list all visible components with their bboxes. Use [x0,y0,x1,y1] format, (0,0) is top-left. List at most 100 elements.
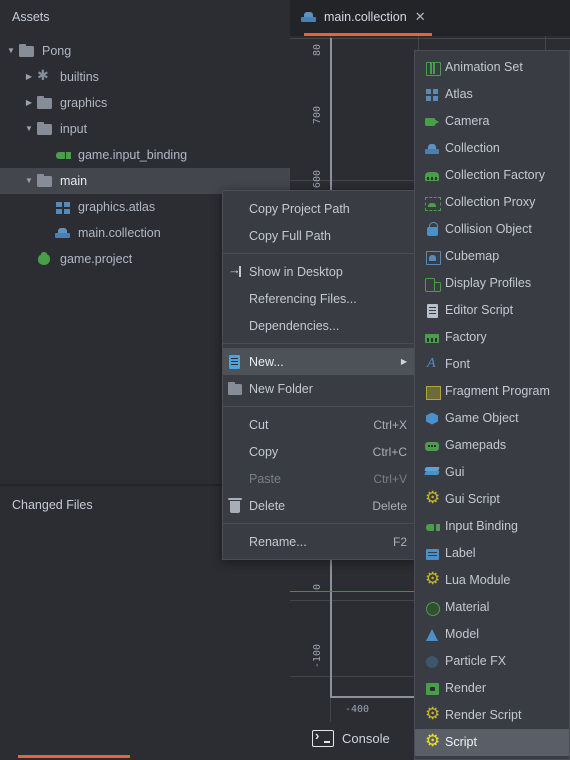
tree-row[interactable]: input [0,116,290,142]
submenu-item[interactable]: Particle FX [415,648,569,675]
keyboard-shortcut: Ctrl+C [372,444,407,459]
submenu-item[interactable]: Animation Set [415,54,569,81]
submenu-item[interactable]: Render [415,675,569,702]
submenu-item-label: Render [445,681,486,696]
context-menu-item-label: Copy Full Path [249,228,331,243]
new-document-icon [223,354,249,370]
submenu-item-label: Animation Set [445,60,523,75]
submenu-item[interactable]: Gui Script [415,486,569,513]
console-active-indicator [18,755,130,758]
submenu-item[interactable]: Fragment Program [415,378,569,405]
trash-icon [223,497,249,514]
label-icon [423,546,445,562]
tree-row[interactable]: graphics [0,90,290,116]
tree-row[interactable]: builtins [0,64,290,90]
folder-icon [36,174,54,188]
new-folder-icon [223,381,249,397]
particle-fx-icon [423,654,445,670]
context-menu-item[interactable]: Show in Desktop [223,258,417,285]
tree-row-label: game.input_binding [78,147,188,162]
submenu-item[interactable]: Gui [415,459,569,486]
submenu-item-label: Font [445,357,471,372]
submenu-item[interactable]: Atlas [415,81,569,108]
context-menu-item-label: Referencing Files... [249,291,357,306]
font-icon [423,356,445,373]
context-menu-item[interactable]: Copy Full Path [223,222,417,249]
submenu-item[interactable]: Input Binding [415,513,569,540]
tree-row-label: game.project [60,251,133,266]
close-icon[interactable]: ✕ [415,9,426,25]
submenu-item-label: Script [445,735,477,750]
ruler-tick-y: 600 [312,170,323,189]
submenu-item[interactable]: Script [415,729,569,756]
chevron-right-icon[interactable] [22,73,36,81]
ruler-tick-x: -400 [345,704,370,715]
submenu-item[interactable]: Lua Module [415,567,569,594]
atlas-icon [423,87,445,103]
chevron-down-icon[interactable] [4,47,18,55]
tree-row[interactable]: game.input_binding [0,142,290,168]
assets-panel-title: Assets [12,10,50,24]
builtins-icon [36,68,54,84]
chevron-down-icon[interactable] [22,125,36,133]
submenu-item[interactable]: Game Object [415,405,569,432]
submenu-item[interactable]: Factory [415,324,569,351]
submenu-item-label: Factory [445,330,487,345]
ruler-tick-y: 0 [312,584,323,591]
editor-tabbar: main.collection ✕ [290,0,570,36]
submenu-item[interactable]: Cubemap [415,243,569,270]
submenu-item-label: Fragment Program [445,384,550,399]
submenu-item[interactable]: Collision Object [415,216,569,243]
new-submenu[interactable]: Animation Set Atlas Camera Collection Collec… [414,50,570,760]
submenu-item[interactable]: Model [415,621,569,648]
context-menu-item[interactable]: New... ▶ [223,348,417,375]
submenu-item[interactable]: Collection [415,135,569,162]
submenu-item[interactable]: Render Script [415,702,569,729]
submenu-item[interactable]: Font [415,351,569,378]
submenu-item[interactable]: Camera [415,108,569,135]
menu-separator [223,406,417,407]
lua-module-icon [423,570,445,589]
context-menu-item[interactable]: Cut Ctrl+X [223,411,417,438]
context-menu[interactable]: Copy Project Path Copy Full Path Show in D… [222,190,418,560]
menu-icon-placeholder [223,201,249,217]
chevron-down-icon[interactable] [22,177,36,185]
tab-console[interactable]: Console [312,728,390,747]
submenu-item[interactable]: Collection Factory [415,162,569,189]
chevron-right-icon[interactable] [22,99,36,107]
submenu-item[interactable]: Gamepads [415,432,569,459]
context-menu-item-label: Rename... [249,534,307,549]
submenu-item-label: Model [445,627,480,642]
tree-row-label: main [60,173,88,188]
submenu-item-label: Input Binding [445,519,518,534]
folder-icon [36,122,54,136]
collision-object-icon [423,221,445,238]
menu-icon-placeholder [223,471,249,487]
camera-icon [423,114,445,130]
animation-set-icon [423,60,445,76]
submenu-item-label: Lua Module [445,573,511,588]
context-menu-item[interactable]: Rename... F2 [223,528,417,555]
gamepads-icon [423,438,445,454]
context-menu-item[interactable]: Delete Delete [223,492,417,519]
tree-row[interactable]: Pong [0,38,290,64]
submenu-item[interactable]: Label [415,540,569,567]
submenu-item-label: Display Profiles [445,276,532,291]
tab-main-collection[interactable]: main.collection ✕ [300,4,426,30]
submenu-item[interactable]: Display Profiles [415,270,569,297]
render-script-icon [423,705,445,724]
context-menu-item[interactable]: Referencing Files... [223,285,417,312]
submenu-item[interactable]: Material [415,594,569,621]
context-menu-item[interactable]: Copy Ctrl+C [223,438,417,465]
context-menu-item-label: Paste [249,471,281,486]
submenu-item[interactable]: Collection Proxy [415,189,569,216]
gui-script-icon [423,489,445,508]
submenu-item-label: Editor Script [445,303,514,318]
menu-separator [223,523,417,524]
context-menu-item[interactable]: Copy Project Path [223,195,417,222]
context-menu-item[interactable]: Dependencies... [223,312,417,339]
collection-icon [423,141,445,157]
context-menu-item-label: Copy Project Path [249,201,350,216]
submenu-item[interactable]: Editor Script [415,297,569,324]
context-menu-item[interactable]: New Folder [223,375,417,402]
